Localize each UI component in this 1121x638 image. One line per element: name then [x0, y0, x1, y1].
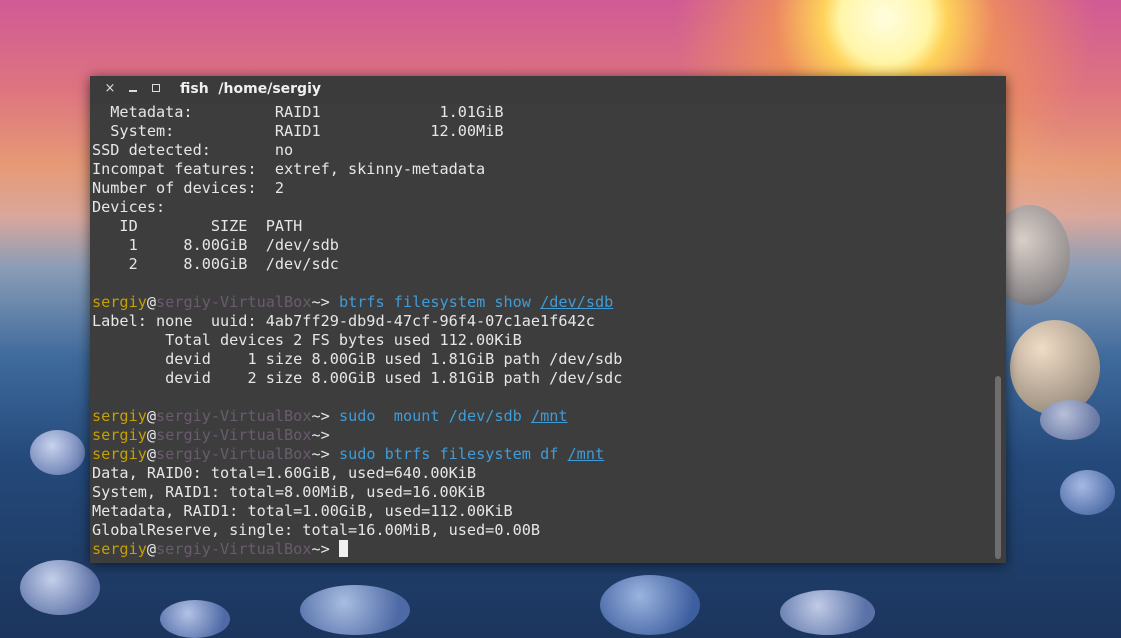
maximize-icon	[152, 84, 160, 92]
prompt-at: @	[146, 540, 157, 558]
prompt-arrow: ~>	[311, 445, 330, 463]
prompt-at: @	[146, 407, 157, 425]
output-line: System: RAID1 12.00MiB	[92, 122, 504, 140]
background-pebble	[160, 600, 230, 638]
window-title: fish /home/sergiy	[180, 81, 321, 97]
prompt-at: @	[146, 445, 157, 463]
prompt-user: sergiy	[92, 293, 147, 311]
command-path-arg: /dev/sdb	[540, 293, 614, 311]
minimize-icon	[129, 90, 137, 92]
output-line: devid 1 size 8.00GiB used 1.81GiB path /…	[92, 350, 623, 368]
prompt-user: sergiy	[92, 426, 147, 444]
maximize-button[interactable]	[149, 82, 163, 96]
terminal-window: × fish /home/sergiy Metadata: RAID1 1.01…	[90, 76, 1006, 563]
output-line: Number of devices: 2	[92, 179, 285, 197]
prompt-arrow: ~>	[311, 293, 330, 311]
background-pebble	[1060, 470, 1115, 515]
prompt-at: @	[146, 426, 157, 444]
output-line: Label: none uuid: 4ab7ff29-db9d-47cf-96f…	[92, 312, 595, 330]
prompt-host: sergiy-VirtualBox	[156, 445, 312, 463]
command-path-arg: /mnt	[530, 407, 568, 425]
close-button[interactable]: ×	[103, 82, 117, 96]
prompt-arrow: ~>	[311, 426, 330, 444]
command-text: sudo btrfs filesystem df	[338, 445, 568, 463]
text-cursor	[338, 540, 348, 557]
title-bar[interactable]: × fish /home/sergiy	[90, 76, 1006, 103]
background-pebble	[20, 560, 100, 615]
terminal-output[interactable]: Metadata: RAID1 1.01GiB System: RAID1 12…	[92, 103, 992, 561]
prompt-line-active[interactable]: sergiy@sergiy-VirtualBox~>	[92, 540, 992, 559]
prompt-line: sergiy@sergiy-VirtualBox~> sudo btrfs fi…	[92, 445, 992, 464]
output-line: 1 8.00GiB /dev/sdb	[92, 236, 339, 254]
command-path-arg: /mnt	[567, 445, 605, 463]
background-pebble	[300, 585, 410, 635]
prompt-host: sergiy-VirtualBox	[156, 407, 312, 425]
output-line: GlobalReserve, single: total=16.00MiB, u…	[92, 521, 541, 539]
prompt-host: sergiy-VirtualBox	[156, 540, 312, 558]
background-pebble	[30, 430, 85, 475]
prompt-at: @	[146, 293, 157, 311]
output-line: SSD detected: no	[92, 141, 294, 159]
output-line: 2 8.00GiB /dev/sdc	[92, 255, 339, 273]
prompt-line: sergiy@sergiy-VirtualBox~> btrfs filesys…	[92, 293, 992, 312]
prompt-arrow: ~>	[311, 407, 330, 425]
prompt-host: sergiy-VirtualBox	[156, 293, 312, 311]
prompt-host: sergiy-VirtualBox	[156, 426, 312, 444]
output-line: ID SIZE PATH	[92, 217, 303, 235]
minimize-button[interactable]	[126, 82, 140, 96]
prompt-user: sergiy	[92, 407, 147, 425]
output-line: System, RAID1: total=8.00MiB, used=16.00…	[92, 483, 486, 501]
background-pebble	[600, 575, 700, 635]
prompt-line: sergiy@sergiy-VirtualBox~>	[92, 426, 992, 445]
output-line: Total devices 2 FS bytes used 112.00KiB	[92, 331, 522, 349]
background-pebble	[1040, 400, 1100, 440]
prompt-user: sergiy	[92, 540, 147, 558]
scrollbar-thumb[interactable]	[995, 376, 1001, 559]
background-pebble	[1010, 320, 1100, 415]
command-text: btrfs filesystem show	[338, 293, 541, 311]
output-line: Incompat features: extref, skinny-metada…	[92, 160, 486, 178]
output-line: Metadata: RAID1 1.01GiB	[92, 103, 504, 121]
close-icon: ×	[104, 81, 116, 96]
prompt-user: sergiy	[92, 445, 147, 463]
output-line: Metadata, RAID1: total=1.00GiB, used=112…	[92, 502, 513, 520]
output-line: Devices:	[92, 198, 166, 216]
output-line: devid 2 size 8.00GiB used 1.81GiB path /…	[92, 369, 623, 387]
output-line: Data, RAID0: total=1.60GiB, used=640.00K…	[92, 464, 477, 482]
command-text: sudo mount /dev/sdb	[338, 407, 531, 425]
background-pebble	[780, 590, 875, 635]
prompt-arrow: ~>	[311, 540, 330, 558]
scrollbar[interactable]	[995, 103, 1003, 561]
prompt-line: sergiy@sergiy-VirtualBox~> sudo mount /d…	[92, 407, 992, 426]
